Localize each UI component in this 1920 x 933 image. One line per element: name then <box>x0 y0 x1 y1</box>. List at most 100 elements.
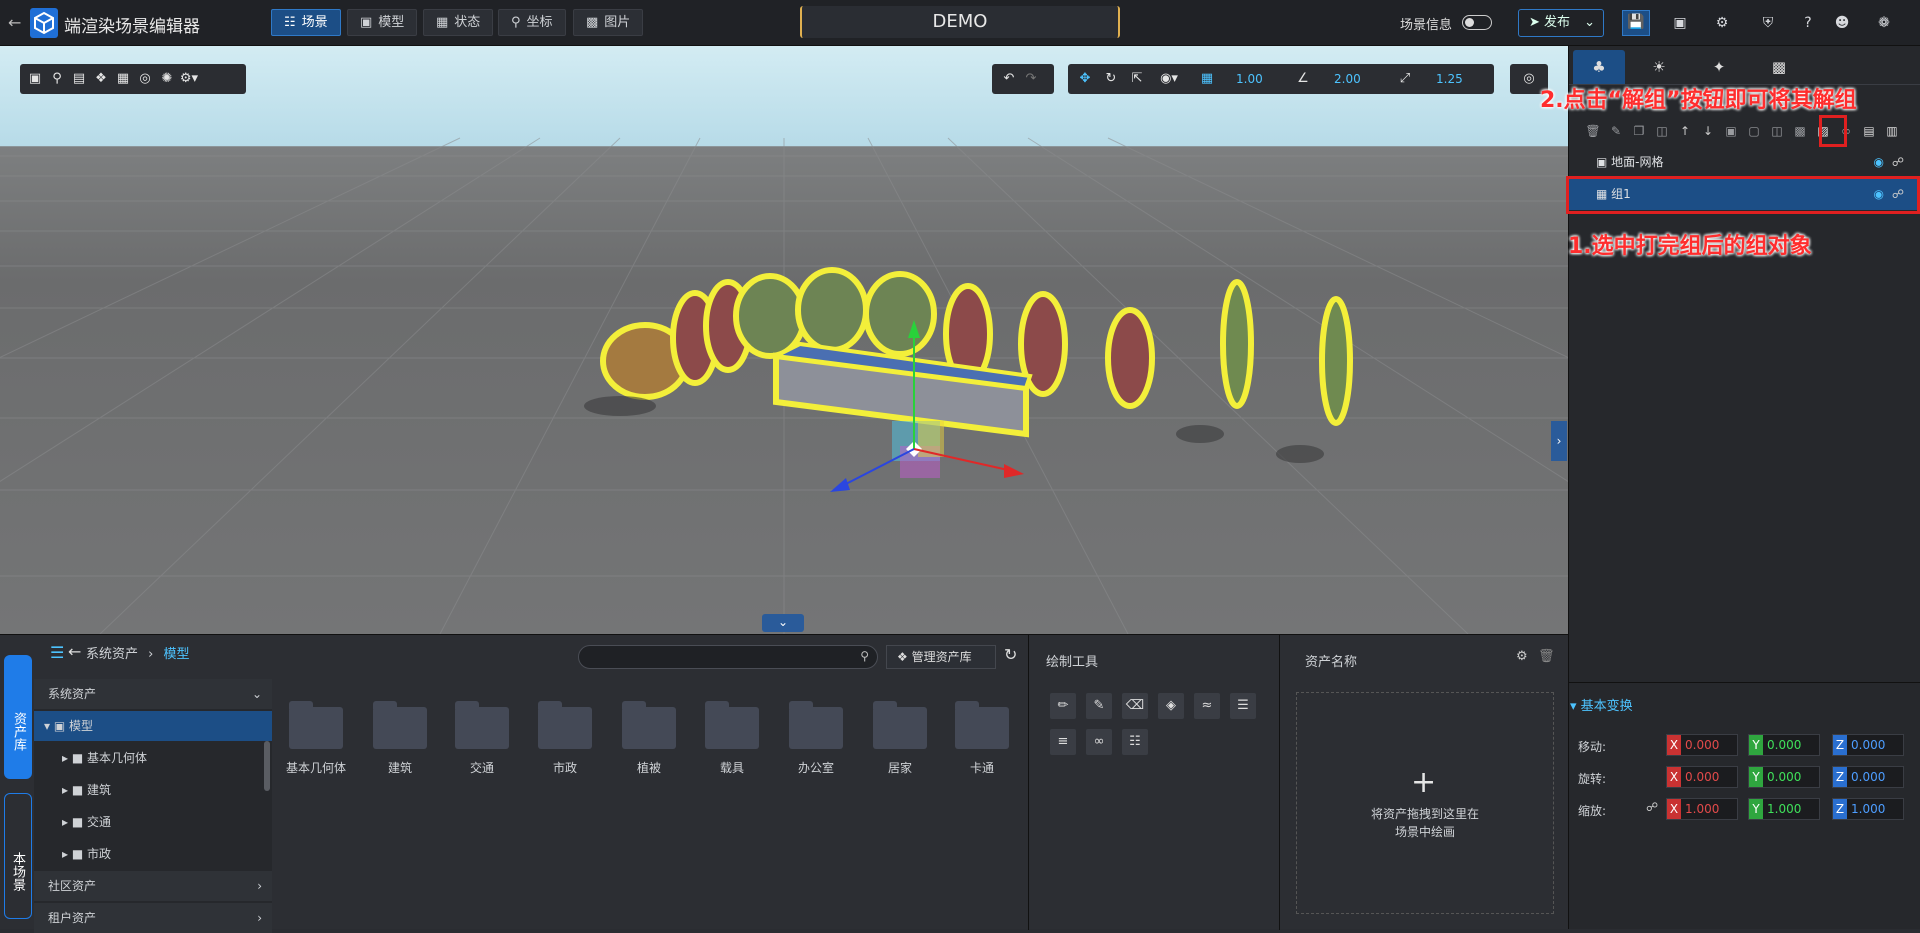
shield-icon[interactable]: ⛨ <box>1756 12 1780 34</box>
grid-snap-icon[interactable]: ▦ <box>1196 64 1218 94</box>
layer-item-ground[interactable]: ▣ 地面-网格 ◉ ☍ <box>1568 146 1920 178</box>
asset-search-input[interactable]: ⚲ <box>578 645 878 669</box>
folder-vehicle[interactable]: 载具 <box>690 701 774 776</box>
group-icon[interactable]: ▣ <box>1720 120 1742 142</box>
delete-icon[interactable]: 🗑 <box>1582 120 1604 142</box>
tree-item-model[interactable]: ▾ ▣ 模型 <box>34 711 272 741</box>
refresh-icon[interactable]: ↻ <box>1004 645 1017 664</box>
wave-icon[interactable]: ≈ <box>1194 693 1220 719</box>
move-y-input[interactable]: Y 0.000 <box>1748 734 1820 756</box>
merge-icon[interactable]: ▩ <box>1789 120 1811 142</box>
help-icon[interactable]: ? <box>1796 12 1820 34</box>
tree-group[interactable] <box>584 267 1353 463</box>
scale-x-input[interactable]: X 1.000 <box>1666 798 1738 820</box>
rotate-y-input[interactable]: Y 0.000 <box>1748 766 1820 788</box>
globe-icon[interactable]: ◎ <box>134 64 156 94</box>
move-up-icon[interactable]: ↑ <box>1674 120 1696 142</box>
rotate-z-input[interactable]: Z 0.000 <box>1832 766 1904 788</box>
building-icon[interactable]: ▦ <box>112 64 134 94</box>
back-arrow-icon[interactable]: ← <box>68 642 81 661</box>
tree-header-system[interactable]: 系统资产 ⌄ <box>34 679 272 709</box>
copy-icon[interactable]: ❐ <box>1628 120 1650 142</box>
book-icon[interactable]: ▤ <box>68 64 90 94</box>
trash-icon[interactable]: 🗑 <box>1538 649 1555 664</box>
folder-basic-geometry[interactable]: 基本几何体 <box>274 701 358 776</box>
publish-button[interactable]: ➤ 发布 ⌄ <box>1518 9 1604 37</box>
transform-section-title[interactable]: ▾ 基本变换 <box>1570 695 1633 714</box>
align-left-icon[interactable]: ≡ <box>1050 729 1076 755</box>
edit-icon[interactable]: ✎ <box>1605 120 1627 142</box>
tree-community-assets[interactable]: 社区资产 › <box>34 871 272 901</box>
scale-snap-icon[interactable]: ⤢ <box>1394 64 1416 94</box>
angle-snap-value[interactable]: 2.00 <box>1334 72 1361 86</box>
folder-office[interactable]: 办公室 <box>774 701 858 776</box>
tab-this-scene[interactable]: 本场景 <box>4 793 32 919</box>
cube-icon[interactable]: ▣ <box>24 64 46 94</box>
effects-icon[interactable]: ✺ <box>156 64 178 94</box>
scene-info-toggle[interactable] <box>1462 15 1492 30</box>
folder-traffic[interactable]: 交通 <box>440 701 524 776</box>
lock-icon[interactable]: ☍ <box>1892 146 1904 178</box>
move-down-icon[interactable]: ↓ <box>1697 120 1719 142</box>
move-icon[interactable]: ✥ <box>1074 64 1096 94</box>
road-icon[interactable]: ❖ <box>90 64 112 94</box>
lock-icon[interactable]: ☍ <box>1646 800 1658 814</box>
undo-icon[interactable]: ↶ <box>998 64 1020 94</box>
folder-home[interactable]: 居家 <box>858 701 942 776</box>
tab-effects[interactable]: ✦ <box>1693 50 1745 84</box>
back-icon[interactable]: ← <box>8 13 24 32</box>
fill-icon[interactable]: ◈ <box>1158 693 1184 719</box>
gear-dropdown-icon[interactable]: ⚙▾ <box>178 64 200 94</box>
grid-snap-value[interactable]: 1.00 <box>1236 72 1263 86</box>
split-icon[interactable]: ◫ <box>1651 120 1673 142</box>
scale-y-input[interactable]: Y 1.000 <box>1748 798 1820 820</box>
path-icon[interactable]: ∞ <box>1086 729 1112 755</box>
brush-icon[interactable]: ✏ <box>1050 693 1076 719</box>
tree-item-basic-geometry[interactable]: ▸ ■ 基本几何体 <box>34 743 272 773</box>
preview-icon[interactable]: ▣ <box>1668 12 1692 34</box>
move-z-input[interactable]: Z 0.000 <box>1832 734 1904 756</box>
scale-icon[interactable]: ⇱ <box>1126 64 1148 94</box>
tree-scrollbar[interactable] <box>264 741 270 791</box>
tab-coordinate[interactable]: ⚲ 坐标 <box>498 9 566 36</box>
tab-scene[interactable]: ☷ 场景 <box>271 9 341 36</box>
manage-library-button[interactable]: ❖ 管理资产库 <box>886 645 996 669</box>
plugin-icon[interactable]: ❁ <box>1872 12 1896 34</box>
location-pin-icon[interactable]: ⚲ <box>46 64 68 94</box>
pivot-dropdown-icon[interactable]: ◉▾ <box>1154 64 1184 94</box>
settings-icon[interactable]: ⚙ <box>1710 12 1734 34</box>
breadcrumb-root[interactable]: 系统资产 <box>86 647 138 662</box>
tab-state[interactable]: ▦ 状态 <box>423 9 494 36</box>
list-icon[interactable]: ☰ <box>1230 693 1256 719</box>
tree-item-traffic[interactable]: ▸ ■ 交通 <box>34 807 272 837</box>
tab-lighting[interactable]: ☀ <box>1633 50 1685 84</box>
scene-viewport[interactable]: ▣ ⚲ ▤ ❖ ▦ ◎ ✺ ⚙▾ ↶ ↷ ✥ ↻ ⇱ ◉▾ ▦ 1.00 ∠ 2… <box>0 46 1568 634</box>
scale-snap-value[interactable]: 1.25 <box>1436 72 1463 86</box>
scale-z-input[interactable]: Z 1.000 <box>1832 798 1904 820</box>
save-icon[interactable]: 💾 <box>1622 10 1650 36</box>
tab-image[interactable]: ▩ 图片 <box>573 9 644 36</box>
collapse-bottom-button[interactable]: ⌄ <box>762 614 804 632</box>
avatar-icon[interactable]: ☻ <box>1830 12 1854 34</box>
scene-objects[interactable] <box>0 46 1568 634</box>
menu-icon[interactable]: ☰ <box>50 643 64 662</box>
tree-item-building[interactable]: ▸ ■ 建筑 <box>34 775 272 805</box>
angle-snap-icon[interactable]: ∠ <box>1292 64 1314 94</box>
tab-asset-library[interactable]: 资产库 <box>4 655 32 779</box>
rotate-x-input[interactable]: X 0.000 <box>1666 766 1738 788</box>
folder-vegetation[interactable]: 植被 <box>607 701 691 776</box>
tree-item-municipal[interactable]: ▸ ■ 市政 <box>34 839 272 869</box>
folder-cartoon[interactable]: 卡通 <box>940 701 1024 776</box>
expand-right-panel-button[interactable]: › <box>1551 421 1567 461</box>
tab-model[interactable]: ▣ 模型 <box>347 9 418 36</box>
sliders-icon[interactable]: ☷ <box>1122 729 1148 755</box>
move-x-input[interactable]: X 0.000 <box>1666 734 1738 756</box>
brush-minus-icon[interactable]: ✎ <box>1086 693 1112 719</box>
redo-icon[interactable]: ↷ <box>1020 64 1042 94</box>
eraser-icon[interactable]: ⌫ <box>1122 693 1148 719</box>
import-icon[interactable]: ▥ <box>1881 120 1903 142</box>
columns-icon[interactable]: ◫ <box>1766 120 1788 142</box>
asset-drop-zone[interactable]: + 将资产拖拽到这里在 场景中绘画 <box>1296 692 1554 914</box>
rotate-icon[interactable]: ↻ <box>1100 64 1122 94</box>
tab-environment[interactable]: ▩ <box>1753 50 1805 84</box>
